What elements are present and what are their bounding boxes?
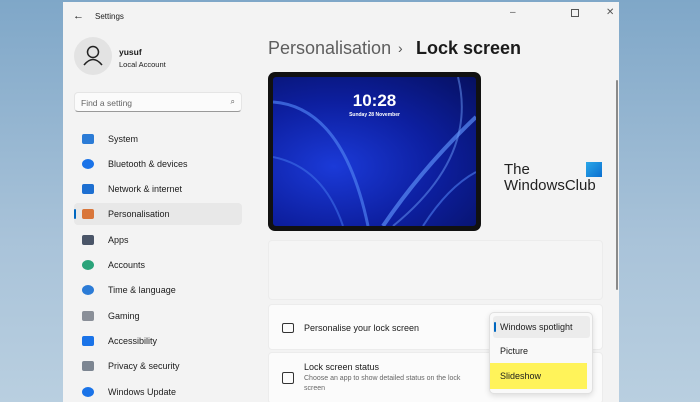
sidebar-item-bluetooth-devices[interactable]: Bluetooth & devices [74, 153, 242, 175]
sidebar-item-label: Network & internet [108, 184, 183, 194]
sidebar-item-accounts[interactable]: Accounts [74, 254, 242, 276]
accessibility-icon [82, 336, 94, 346]
breadcrumb-separator: › [398, 40, 403, 56]
page-title: Lock screen [416, 38, 522, 58]
sidebar-item-network-internet[interactable]: Network & internet [74, 178, 242, 200]
preview-options-card [268, 240, 603, 300]
lock-screen-preview: 10:28 Sunday 28 November [268, 72, 481, 231]
settings-window: ← Settings – ✕ yusuf Local Account Find … [63, 2, 619, 402]
preview-time: 10:28 [352, 91, 397, 110]
lock-screen-icon [282, 323, 294, 333]
minimize-button[interactable]: – [510, 7, 516, 18]
dropdown-option-highlighted[interactable]: Slideshow [490, 363, 587, 389]
shield-icon [82, 361, 94, 371]
window-title: Settings [95, 12, 124, 21]
scrollbar[interactable] [616, 80, 618, 290]
sidebar-item-label: Accessibility [108, 336, 158, 346]
brush-icon [82, 209, 94, 219]
sidebar-item-label: Accounts [108, 260, 146, 270]
sidebar-item-label: Personalisation [108, 209, 170, 219]
setting-title: Personalise your lock screen [304, 323, 420, 333]
lock-screen-dropdown[interactable]: Windows spotlight Picture Slideshow [489, 312, 593, 394]
sidebar-item-label: Privacy & security [108, 361, 180, 371]
setting-description: Choose an app to show detailed status on… [304, 375, 461, 392]
back-icon[interactable]: ← [73, 10, 84, 22]
breadcrumb-parent[interactable]: Personalisation [268, 38, 391, 59]
sidebar-item-personalisation[interactable]: Personalisation [74, 203, 242, 225]
user-icon [83, 45, 103, 66]
sidebar-item-apps[interactable]: Apps [74, 229, 242, 251]
gamepad-icon [82, 311, 94, 321]
option-label: Slideshow [500, 371, 542, 381]
avatar[interactable] [74, 37, 112, 75]
search-icon: ⌕ [230, 97, 235, 106]
wifi-icon [82, 184, 94, 194]
sidebar-item-label: Time & language [108, 285, 176, 295]
dropdown-option[interactable]: Picture [500, 346, 528, 356]
dropdown-option-selected[interactable]: Windows spotlight [493, 316, 590, 338]
sidebar-item-windows-update[interactable]: Windows Update [74, 381, 242, 402]
status-icon [282, 372, 294, 384]
maximize-button[interactable] [571, 9, 579, 17]
user-name: yusuf [119, 47, 142, 57]
watermark-logo: The WindowsClub [504, 161, 602, 194]
sidebar-item-label: Bluetooth & devices [108, 159, 188, 169]
system-icon [82, 134, 94, 144]
update-icon [82, 387, 94, 397]
sidebar-item-gaming[interactable]: Gaming [74, 305, 242, 327]
sidebar-item-privacy-security[interactable]: Privacy & security [74, 355, 242, 377]
search-input[interactable]: Find a setting ⌕ [74, 92, 242, 112]
close-button[interactable]: ✕ [606, 7, 614, 18]
watermark-line2: WindowsClub [504, 177, 596, 194]
option-label: Windows spotlight [500, 322, 573, 332]
sidebar-item-label: Gaming [108, 311, 140, 321]
accounts-icon [82, 260, 94, 270]
search-placeholder: Find a setting [81, 98, 133, 108]
sidebar-item-accessibility[interactable]: Accessibility [74, 330, 242, 352]
selection-indicator [74, 209, 76, 219]
sidebar-item-label: Windows Update [108, 387, 177, 397]
apps-icon [82, 235, 94, 245]
globe-clock-icon [82, 285, 94, 295]
watermark-line1: The [504, 161, 530, 178]
watermark-logo-icon [586, 162, 602, 177]
sidebar-item-system[interactable]: System [74, 128, 242, 150]
sidebar-item-label: System [108, 134, 139, 144]
bluetooth-icon [82, 159, 94, 169]
account-type: Local Account [119, 60, 166, 69]
selection-indicator [494, 322, 496, 332]
setting-title: Lock screen status [304, 362, 380, 372]
preview-date: Sunday 28 November [349, 112, 400, 118]
sidebar-item-label: Apps [108, 235, 129, 245]
sidebar-item-time-language[interactable]: Time & language [74, 279, 242, 301]
